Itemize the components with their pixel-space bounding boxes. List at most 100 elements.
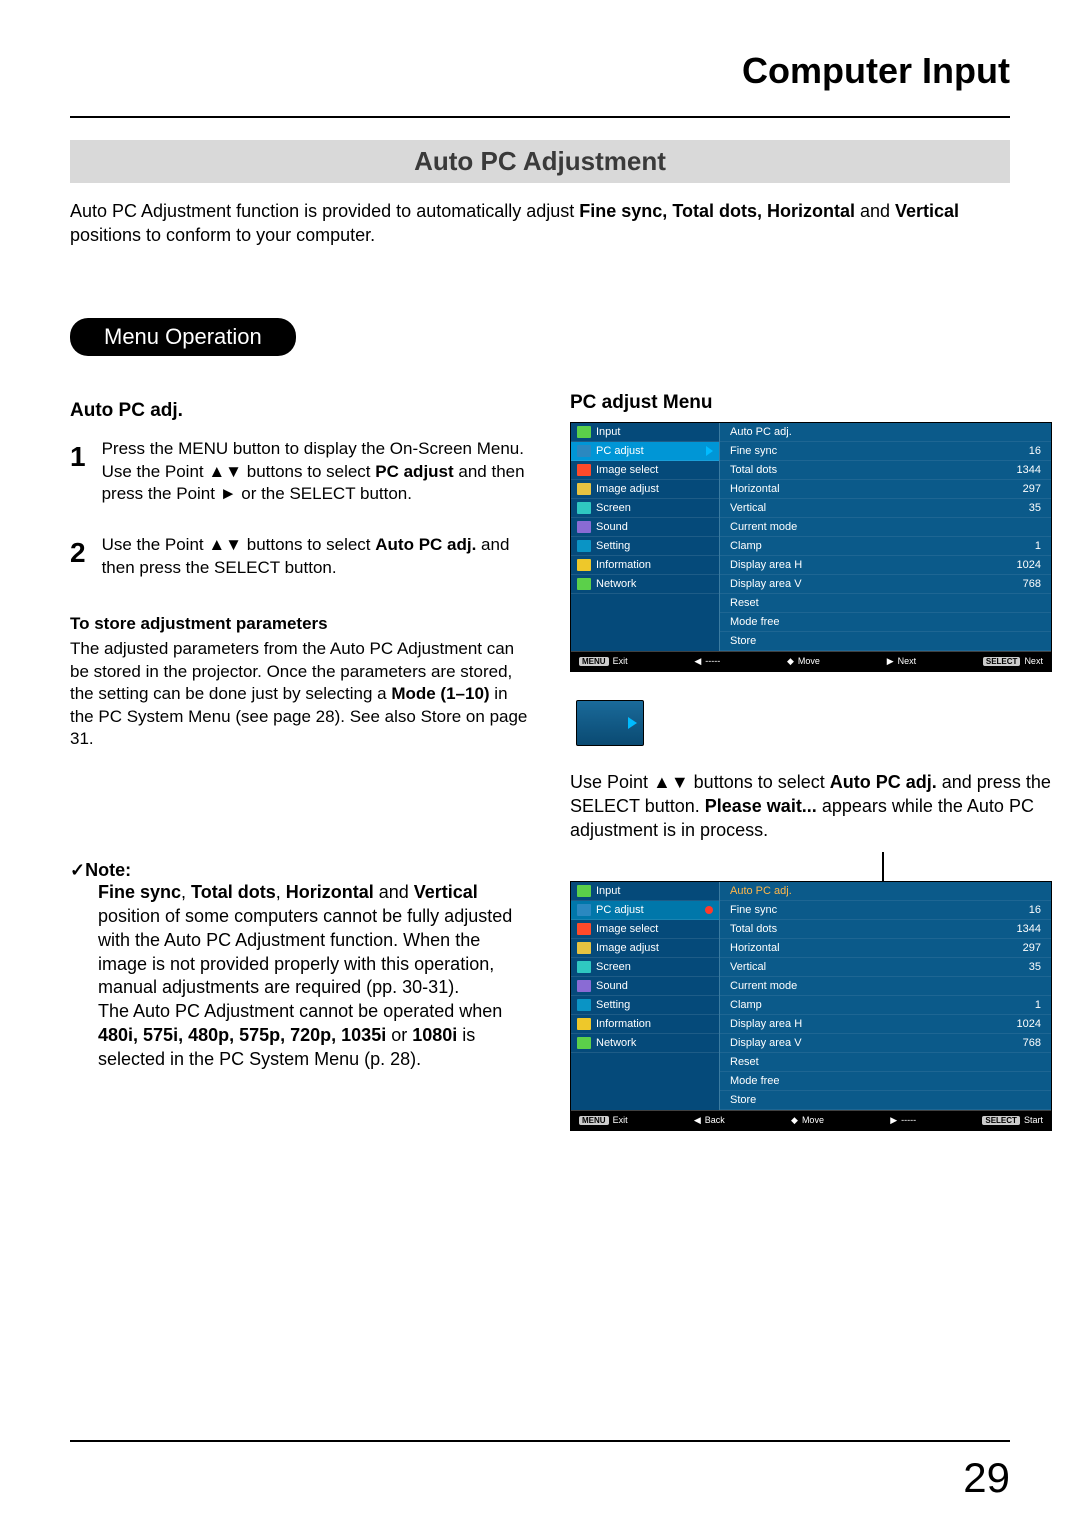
menu-row: Current mode xyxy=(720,977,1051,996)
menu-item-icon xyxy=(577,961,591,973)
cursor-illustration: Use Point ▲▼ buttons to select Auto PC a… xyxy=(570,700,1052,882)
label: Sound xyxy=(596,521,628,533)
label: Exit xyxy=(613,656,628,666)
text-bold: Auto PC adj. xyxy=(375,535,476,554)
menu-row-label: Vertical xyxy=(730,961,766,973)
menu-row-label: Store xyxy=(730,635,756,647)
menu-item-icon xyxy=(577,464,591,476)
menu-item-icon xyxy=(577,904,591,916)
menu-item-icon xyxy=(577,980,591,992)
label: Image adjust xyxy=(596,483,659,495)
menu-row: Display area V768 xyxy=(720,1034,1051,1053)
page-number: 29 xyxy=(963,1454,1010,1502)
menu-item-icon xyxy=(577,578,591,590)
sidebar-item: Image select xyxy=(571,461,719,480)
sidebar-item: Setting xyxy=(571,537,719,556)
menu-row: Vertical35 xyxy=(720,958,1051,977)
menu-row: Horizontal297 xyxy=(720,939,1051,958)
menu-sidebar: Input PC adjust Image select Image adjus… xyxy=(571,882,719,1110)
select-button-badge: SELECT xyxy=(982,1116,1020,1125)
menu-row: Display area H1024 xyxy=(720,556,1051,575)
menu-item-icon xyxy=(577,999,591,1011)
pc-adjust-menu-heading: PC adjust Menu xyxy=(570,392,1052,414)
label: PC adjust xyxy=(596,445,644,457)
menu-row-label: Mode free xyxy=(730,1075,780,1087)
divider xyxy=(70,116,1010,118)
label: Network xyxy=(596,578,636,590)
label: Setting xyxy=(596,540,630,552)
menu-item-icon xyxy=(577,942,591,954)
menu-row-label: Mode free xyxy=(730,616,780,628)
menu-row: Auto PC adj. xyxy=(720,882,1051,901)
text-bold: 480i, 575i, 480p, 575p, 720p, 1035i xyxy=(98,1025,386,1045)
menu-footer: MENUExit ◀ Back ◆ Move ▶ ----- SELECTSta… xyxy=(571,1110,1051,1130)
footer-divider xyxy=(70,1440,1010,1442)
text: , xyxy=(181,882,191,902)
menu-row: Clamp1 xyxy=(720,537,1051,556)
menu-row-value: 1344 xyxy=(1017,923,1041,935)
text-bold: Fine sync xyxy=(98,882,181,902)
caption-text: Use Point ▲▼ buttons to select Auto PC a… xyxy=(570,770,1052,842)
menu-row-label: Fine sync xyxy=(730,904,777,916)
text-bold: Total dots xyxy=(191,882,276,902)
menu-row: Total dots1344 xyxy=(720,461,1051,480)
chevron-right-icon xyxy=(706,446,713,456)
label: Move xyxy=(798,656,820,666)
menu-row-label: Fine sync xyxy=(730,445,777,457)
menu-screenshot-1: Input PC adjust Image select Image adjus… xyxy=(570,422,1052,672)
select-button-badge: SELECT xyxy=(983,657,1021,666)
menu-row: Vertical35 xyxy=(720,499,1051,518)
label: Image adjust xyxy=(596,942,659,954)
label: Screen xyxy=(596,961,631,973)
sidebar-item: Screen xyxy=(571,958,719,977)
menu-body: Auto PC adj. Fine sync 16 Total dots1344Hor… xyxy=(719,882,1051,1110)
menu-item-icon xyxy=(577,1018,591,1030)
menu-row-value: 297 xyxy=(1023,942,1041,954)
store-params-body: The adjusted parameters from the Auto PC… xyxy=(70,638,530,750)
sidebar-item: Image adjust xyxy=(571,480,719,499)
dot-icon xyxy=(705,906,713,914)
menu-row: Fine sync 16 xyxy=(720,442,1051,461)
menu-row-label: Display area V xyxy=(730,578,802,590)
menu-item-icon xyxy=(577,540,591,552)
label: Image select xyxy=(596,464,658,476)
auto-pc-adj-heading: Auto PC adj. xyxy=(70,400,530,422)
menu-row-value: 16 xyxy=(1029,904,1041,916)
menu-row: Horizontal297 xyxy=(720,480,1051,499)
text: position of some computers cannot be ful… xyxy=(98,906,512,997)
menu-row-label: Current mode xyxy=(730,521,797,533)
menu-row: Store xyxy=(720,632,1051,651)
menu-row: Reset xyxy=(720,1053,1051,1072)
label: Input xyxy=(596,885,620,897)
label: Back xyxy=(705,1115,725,1125)
menu-operation: Menu Operation xyxy=(70,318,1010,356)
text: positions to conform to your computer. xyxy=(70,225,375,245)
left-column: Auto PC adj. 1 Press the MENU button to … xyxy=(70,370,530,1131)
label: ----- xyxy=(705,656,720,666)
text: The Auto PC Adjustment cannot be operate… xyxy=(98,1001,502,1021)
label: Screen xyxy=(596,502,631,514)
intro-paragraph: Auto PC Adjustment function is provided … xyxy=(70,199,1010,248)
menu-item-icon xyxy=(577,502,591,514)
store-params-heading: To store adjustment parameters xyxy=(70,614,530,634)
menu-button-badge: MENU xyxy=(579,1116,609,1125)
label: Information xyxy=(596,559,651,571)
menu-row-value: 16 xyxy=(1029,445,1041,457)
menu-row-value: 768 xyxy=(1023,1037,1041,1049)
menu-item-icon xyxy=(577,521,591,533)
note-heading: ✓Note: xyxy=(70,860,530,881)
label: Sound xyxy=(596,980,628,992)
menu-row-label: Horizontal xyxy=(730,483,780,495)
menu-row-value: 1344 xyxy=(1017,464,1041,476)
sidebar-item-selected: PC adjust xyxy=(571,901,719,920)
text-bold: Horizontal xyxy=(286,882,374,902)
chevron-right-icon xyxy=(628,717,637,729)
menu-row: Total dots1344 xyxy=(720,920,1051,939)
text: Use the Point ▲▼ buttons to select xyxy=(102,535,376,554)
menu-row-label: Auto PC adj. xyxy=(730,885,792,897)
label: Input xyxy=(596,426,620,438)
label: Information xyxy=(596,1018,651,1030)
menu-row-label: Auto PC adj. xyxy=(730,426,792,438)
label: Next xyxy=(1024,656,1043,666)
text: Use Point ▲▼ buttons to select xyxy=(570,772,830,792)
